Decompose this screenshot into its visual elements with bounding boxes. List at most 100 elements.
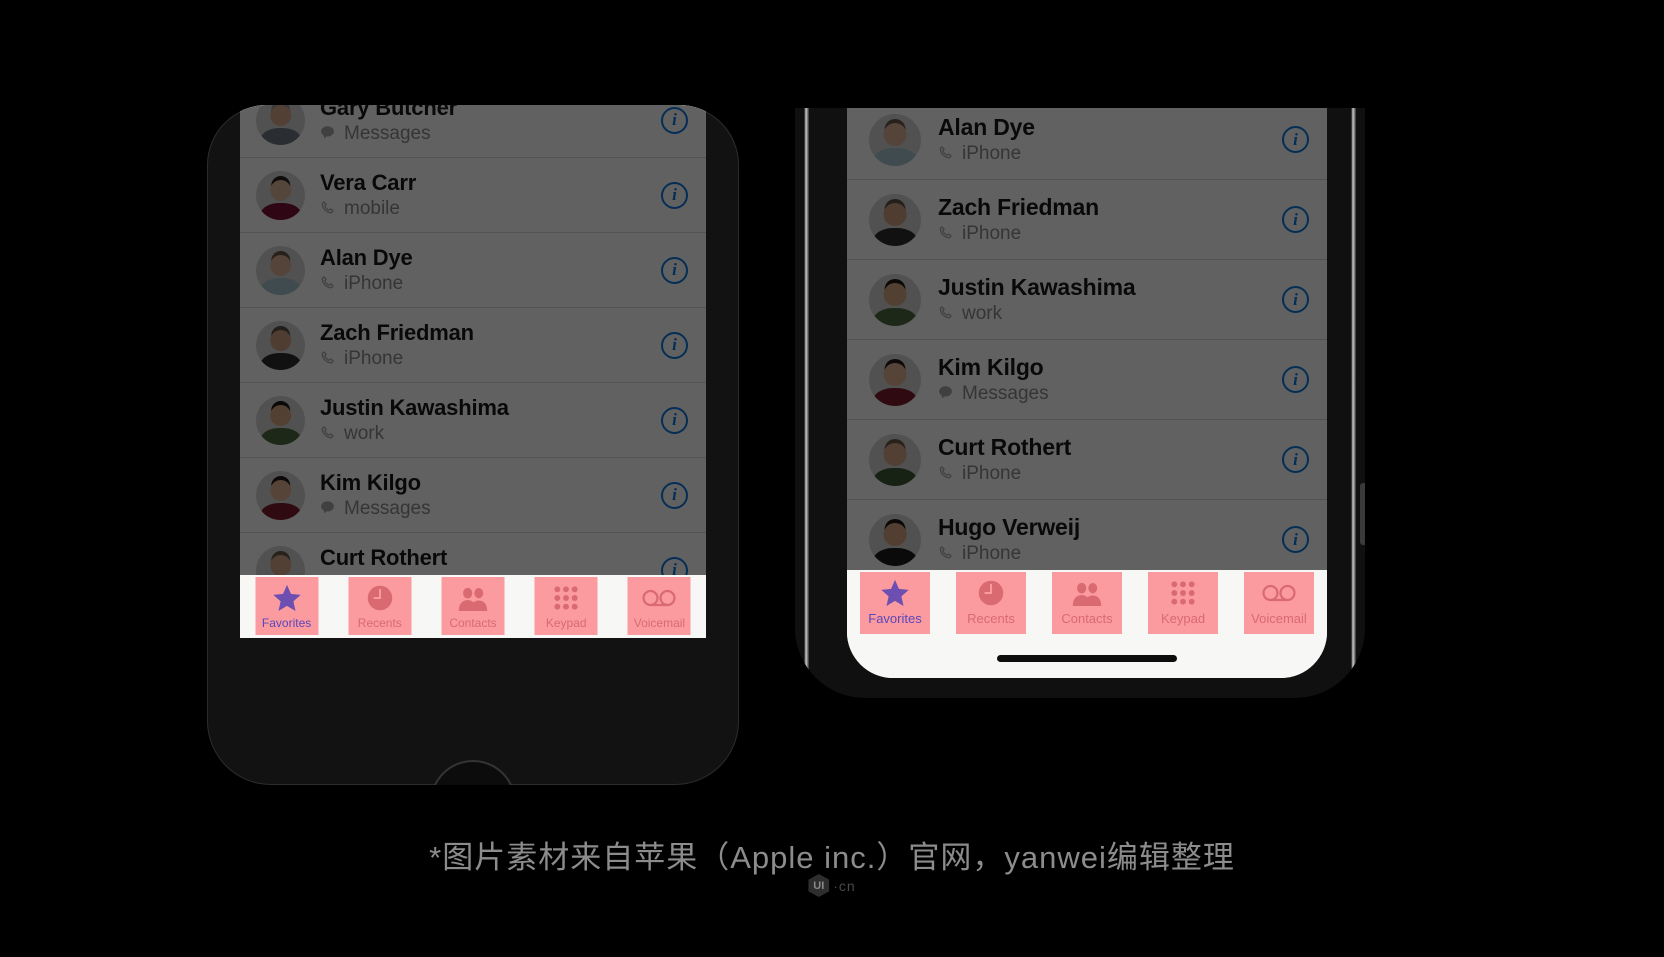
contact-subtitle: Messages bbox=[938, 383, 1272, 405]
avatar bbox=[256, 395, 305, 445]
home-button[interactable] bbox=[430, 760, 516, 785]
tab-bar-left[interactable]: Favorites Recents Contacts Keypad Voicemail bbox=[240, 575, 706, 638]
favorites-list-left[interactable]: Gary Butcher Messages i Vera Carr mobile i Ala… bbox=[240, 105, 706, 608]
star-icon bbox=[270, 582, 304, 614]
tab-recents[interactable]: Recents bbox=[943, 570, 1039, 634]
avatar bbox=[869, 433, 921, 486]
contact-row[interactable]: Hugo Verweij iPhone i bbox=[847, 500, 1327, 580]
contact-subtitle: iPhone bbox=[938, 142, 1272, 165]
contact-name: Justin Kawashima bbox=[938, 274, 1136, 301]
avatar bbox=[869, 193, 921, 246]
contact-name: Zach Friedman bbox=[938, 194, 1099, 221]
contact-text: Gary Butcher Messages bbox=[320, 105, 651, 145]
message-icon bbox=[320, 500, 337, 518]
contact-subtitle: work bbox=[320, 423, 651, 445]
contact-info-button[interactable]: i bbox=[1282, 446, 1309, 473]
contact-name: Alan Dye bbox=[320, 245, 413, 271]
contact-text: Zach Friedman iPhone bbox=[320, 320, 651, 369]
avatar bbox=[869, 273, 921, 326]
avatar bbox=[869, 513, 921, 566]
contact-info-button[interactable]: i bbox=[661, 331, 688, 359]
contact-row[interactable]: Justin Kawashima work i bbox=[240, 383, 706, 458]
contact-row[interactable]: Zach Friedman iPhone i bbox=[847, 180, 1327, 260]
contact-info-button[interactable]: i bbox=[1282, 526, 1309, 553]
contact-text: Kim Kilgo Messages bbox=[938, 354, 1272, 404]
contact-info-button[interactable]: i bbox=[1282, 126, 1309, 153]
tab-keypad[interactable]: Keypad bbox=[1135, 570, 1231, 634]
tab-label: Recents bbox=[967, 611, 1015, 626]
avatar bbox=[256, 245, 305, 295]
contact-subtitle: iPhone bbox=[320, 348, 651, 370]
contact-subtitle-label: iPhone bbox=[962, 142, 1022, 164]
voicemail-icon bbox=[1262, 577, 1296, 609]
phone-right-device: Alan Dye iPhone i Zach Friedman iPhone i Justi… bbox=[795, 108, 1365, 698]
tab-voicemail[interactable]: Voicemail bbox=[613, 575, 706, 638]
tab-voicemail[interactable]: Voicemail bbox=[1231, 570, 1327, 634]
contact-text: Justin Kawashima work bbox=[938, 274, 1272, 324]
power-button[interactable] bbox=[1360, 483, 1365, 545]
screenshot-stage: Gary Butcher Messages i Vera Carr mobile i Ala… bbox=[0, 0, 1664, 957]
contact-text: Zach Friedman iPhone bbox=[938, 194, 1272, 244]
tab-label: Keypad bbox=[545, 616, 587, 630]
contact-row[interactable]: Alan Dye iPhone i bbox=[240, 233, 706, 308]
contact-info-button[interactable]: i bbox=[661, 406, 688, 434]
tab-label: Recents bbox=[357, 616, 402, 630]
contact-row[interactable]: Gary Butcher Messages i bbox=[240, 105, 706, 158]
contact-subtitle: iPhone bbox=[938, 223, 1272, 245]
tab-contacts[interactable]: Contacts bbox=[426, 575, 519, 638]
contact-name: Curt Rothert bbox=[320, 545, 448, 571]
phone-left-device: Gary Butcher Messages i Vera Carr mobile i Ala… bbox=[207, 105, 739, 785]
contact-subtitle-label: iPhone bbox=[344, 272, 404, 294]
avatar bbox=[869, 353, 921, 406]
contact-name: Zach Friedman bbox=[320, 320, 474, 346]
watermark-label: ·cn bbox=[833, 877, 856, 894]
contact-info-button[interactable]: i bbox=[1282, 206, 1309, 233]
phone-icon bbox=[320, 200, 337, 218]
contact-name: Alan Dye bbox=[938, 114, 1035, 141]
contact-info-button[interactable]: i bbox=[1282, 366, 1309, 393]
tab-favorites[interactable]: Favorites bbox=[240, 575, 333, 638]
contact-text: Curt RothertiPhone bbox=[938, 434, 1272, 484]
caption-text: *图片素材来自苹果（Apple inc.）官网，yanwei编辑整理 bbox=[429, 840, 1235, 875]
tab-label: Favorites bbox=[261, 616, 312, 630]
tab-recents[interactable]: Recents bbox=[333, 575, 426, 638]
star-icon bbox=[878, 577, 912, 609]
message-icon bbox=[938, 385, 955, 403]
contact-subtitle-label: Messages bbox=[344, 497, 431, 519]
tab-contacts[interactable]: Contacts bbox=[1039, 570, 1135, 634]
tab-label: Voicemail bbox=[1251, 611, 1307, 626]
contact-row[interactable]: Kim Kilgo Messages i bbox=[847, 340, 1327, 420]
uicn-logo-icon: UI bbox=[808, 874, 830, 897]
avatar bbox=[869, 113, 921, 166]
contact-name: Kim Kilgo bbox=[938, 354, 1044, 381]
contact-subtitle-label: Messages bbox=[344, 122, 431, 144]
tab-keypad[interactable]: Keypad bbox=[520, 575, 613, 638]
device-rail-right bbox=[1351, 108, 1356, 698]
contact-info-button[interactable]: i bbox=[661, 181, 688, 209]
contact-text: Kim Kilgo Messages bbox=[320, 470, 651, 519]
contact-info-button[interactable]: i bbox=[661, 256, 688, 284]
phone-left-screen: Gary Butcher Messages i Vera Carr mobile i Ala… bbox=[240, 105, 706, 638]
tab-favorites[interactable]: Favorites bbox=[847, 570, 943, 634]
phone-icon bbox=[320, 350, 337, 368]
contact-info-button[interactable]: i bbox=[661, 106, 688, 134]
keypad-icon bbox=[549, 582, 583, 614]
keypad-icon bbox=[1166, 577, 1200, 609]
contact-row[interactable]: Curt RothertiPhone i bbox=[847, 420, 1327, 500]
contact-name: Gary Butcher bbox=[320, 105, 457, 121]
contact-subtitle: Messages bbox=[320, 122, 651, 145]
contact-info-button[interactable]: i bbox=[1282, 286, 1309, 313]
contact-info-button[interactable]: i bbox=[661, 481, 688, 509]
phone-icon bbox=[320, 275, 337, 293]
contact-row[interactable]: Alan Dye iPhone i bbox=[847, 108, 1327, 180]
contact-row[interactable]: Zach Friedman iPhone i bbox=[240, 308, 706, 383]
contact-text: Justin Kawashima work bbox=[320, 395, 651, 444]
letterbox-left bbox=[0, 0, 40, 957]
home-indicator[interactable] bbox=[997, 655, 1177, 662]
phone-icon bbox=[320, 425, 337, 443]
contact-row[interactable]: Kim Kilgo Messages i bbox=[240, 458, 706, 533]
contact-row[interactable]: Vera Carr mobile i bbox=[240, 158, 706, 233]
contact-text: Alan Dye iPhone bbox=[938, 114, 1272, 164]
favorites-list-right[interactable]: Alan Dye iPhone i Zach Friedman iPhone i Justi… bbox=[847, 108, 1327, 580]
contact-row[interactable]: Justin Kawashima work i bbox=[847, 260, 1327, 340]
